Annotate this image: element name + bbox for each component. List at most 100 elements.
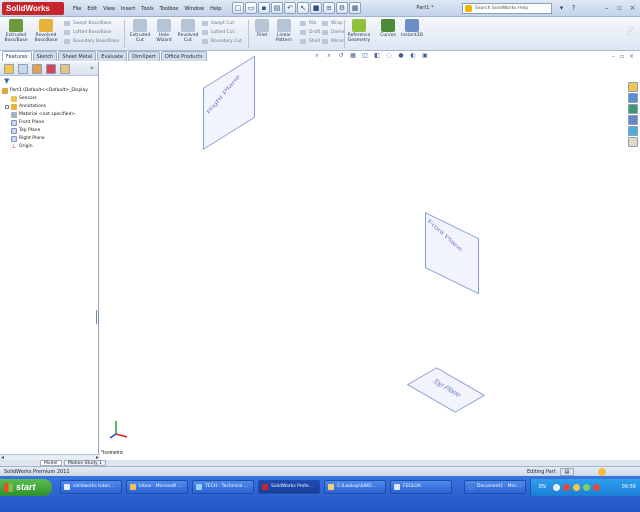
- filter-icon[interactable]: ▼: [4, 78, 12, 85]
- custom-properties-icon[interactable]: [628, 137, 638, 147]
- rebuild-icon[interactable]: ■: [310, 2, 322, 14]
- hide-show-icon[interactable]: ◌: [384, 52, 394, 60]
- tree-item-top-plane[interactable]: Top Plane: [2, 127, 98, 135]
- help-search-input[interactable]: Search SolidWorks Help: [462, 3, 552, 14]
- network-tray-icon[interactable]: [573, 484, 580, 491]
- wrap-button[interactable]: Wrap: [322, 19, 344, 28]
- print-icon[interactable]: ▤: [271, 2, 283, 14]
- extruded-boss-button[interactable]: Extruded Boss/Base: [2, 19, 30, 43]
- save-icon[interactable]: ▪: [258, 2, 270, 14]
- panel-splitter-handle[interactable]: [96, 310, 99, 324]
- help-tray-icon[interactable]: [553, 484, 560, 491]
- swept-cut-button[interactable]: Swept Cut: [202, 19, 242, 28]
- close-icon[interactable]: ×: [627, 3, 638, 14]
- taskbar-button-word[interactable]: Document1 - Micr...: [464, 480, 526, 494]
- swept-boss-button[interactable]: Swept Boss/Base: [64, 19, 119, 28]
- display-manager-icon[interactable]: [60, 64, 70, 74]
- design-library-icon[interactable]: [628, 93, 638, 103]
- section-view-icon[interactable]: ▦: [348, 52, 358, 60]
- viewport-minimize-icon[interactable]: –: [612, 53, 615, 60]
- rib-button[interactable]: Rib: [300, 19, 320, 28]
- graphics-area[interactable]: [100, 62, 640, 454]
- menu-tools[interactable]: Tools: [138, 6, 156, 12]
- boundary-cut-button[interactable]: Boundary Cut: [202, 37, 242, 46]
- menu-window[interactable]: Window: [181, 6, 207, 12]
- taskbar-button-fegloa[interactable]: FEGLOA: [390, 480, 452, 494]
- tree-item-annotations[interactable]: Annotations: [2, 103, 98, 111]
- file-properties-icon[interactable]: ≡: [323, 2, 335, 14]
- appearances-icon[interactable]: [628, 126, 638, 136]
- tree-item-right-plane[interactable]: Right Plane: [2, 135, 98, 143]
- tab-evaluate[interactable]: Evaluate: [97, 51, 128, 61]
- configuration-manager-icon[interactable]: [32, 64, 42, 74]
- minimize-icon[interactable]: –: [601, 3, 612, 14]
- tab-features[interactable]: Features: [2, 51, 32, 61]
- apply-scene-icon[interactable]: ◐: [408, 52, 418, 60]
- tree-item-origin[interactable]: ⊥ Origin: [2, 143, 98, 151]
- taskbar-button-solidworks[interactable]: SolidWorks Profe...: [258, 480, 320, 494]
- help-question-icon[interactable]: ?: [568, 3, 579, 14]
- units-icon[interactable]: ▤: [560, 468, 574, 476]
- tree-root-part[interactable]: Part1 (Default<<Default>_Display: [2, 87, 98, 95]
- tab-office-products[interactable]: Office Products: [160, 51, 207, 61]
- edit-appearance-icon[interactable]: ●: [396, 52, 406, 60]
- viewport-close-icon[interactable]: ×: [629, 53, 634, 60]
- feature-manager-tree-icon[interactable]: [4, 64, 14, 74]
- menu-help[interactable]: Help: [207, 6, 224, 12]
- property-manager-icon[interactable]: [18, 64, 28, 74]
- update-tray-icon[interactable]: [583, 484, 590, 491]
- reference-geometry-button[interactable]: Reference Geometry: [344, 19, 374, 43]
- language-indicator[interactable]: EN: [539, 479, 546, 496]
- draft-button[interactable]: Draft: [300, 28, 320, 37]
- taskbar-button-outlook[interactable]: Inbox - Microsoft ...: [126, 480, 188, 494]
- panel-expand-icon[interactable]: »: [90, 64, 94, 72]
- options-gear-icon[interactable]: ⚙: [336, 2, 348, 14]
- tree-item-material[interactable]: Material <not specified>: [2, 111, 98, 119]
- instant3d-button[interactable]: Instant3D: [398, 19, 426, 38]
- taskbar-button-tech[interactable]: TECH - Technical ...: [192, 480, 254, 494]
- display-style-icon[interactable]: ◧: [372, 52, 382, 60]
- tree-item-sensors[interactable]: Sensors: [2, 95, 98, 103]
- file-explorer-icon[interactable]: [628, 104, 638, 114]
- menu-insert[interactable]: Insert: [118, 6, 138, 12]
- viewport-restore-icon[interactable]: ▫: [620, 53, 624, 60]
- shell-button[interactable]: Shell: [300, 37, 320, 46]
- menu-view[interactable]: View: [100, 6, 118, 12]
- sketch-icon[interactable]: ▦: [349, 2, 361, 14]
- taskbar-button-browser[interactable]: solidworks tutori...: [60, 480, 122, 494]
- quick-tips-icon[interactable]: [598, 468, 606, 476]
- expand-plus-icon[interactable]: [5, 105, 9, 109]
- previous-view-icon[interactable]: ↺: [336, 52, 346, 60]
- revolved-boss-button[interactable]: Revolved Boss/Base: [32, 19, 60, 43]
- antivirus-tray-icon[interactable]: [593, 484, 600, 491]
- solidworks-logo[interactable]: SolidWorks: [2, 2, 64, 15]
- zoom-area-icon[interactable]: ⌕: [324, 52, 334, 60]
- linear-pattern-button[interactable]: Linear Pattern: [270, 19, 298, 43]
- solidworks-resources-icon[interactable]: [628, 82, 638, 92]
- start-button[interactable]: start: [0, 479, 52, 496]
- view-palette-icon[interactable]: [628, 115, 638, 125]
- undo-icon[interactable]: ↶: [284, 2, 296, 14]
- security-tray-icon[interactable]: [563, 484, 570, 491]
- tree-item-front-plane[interactable]: Front Plane: [2, 119, 98, 127]
- dome-button[interactable]: Dome: [322, 28, 344, 37]
- revolved-cut-button[interactable]: Revolved Cut: [174, 19, 202, 43]
- view-settings-icon[interactable]: ▣: [420, 52, 430, 60]
- search-dropdown-icon[interactable]: ▾: [556, 3, 567, 14]
- tab-sheet-metal[interactable]: Sheet Metal: [58, 51, 97, 61]
- taskbar-button-explorer[interactable]: C:\Lookup\SWD...: [324, 480, 386, 494]
- menu-toolbox[interactable]: Toolbox: [157, 6, 182, 12]
- zoom-to-fit-icon[interactable]: ⌕: [312, 52, 322, 60]
- menu-file[interactable]: File: [70, 6, 84, 12]
- new-document-icon[interactable]: □: [232, 2, 244, 14]
- select-arrow-icon[interactable]: ↖: [297, 2, 309, 14]
- lofted-boss-button[interactable]: Lofted Boss/Base: [64, 28, 119, 37]
- lofted-cut-button[interactable]: Lofted Cut: [202, 28, 242, 37]
- restore-icon[interactable]: ▫: [614, 3, 625, 14]
- mirror-button[interactable]: Mirror: [322, 37, 344, 46]
- tab-sketch[interactable]: Sketch: [32, 51, 58, 61]
- view-orientation-icon[interactable]: ◫: [360, 52, 370, 60]
- menu-edit[interactable]: Edit: [84, 6, 100, 12]
- tab-dimxpert[interactable]: DimXpert: [128, 51, 160, 61]
- open-folder-icon[interactable]: ▭: [245, 2, 257, 14]
